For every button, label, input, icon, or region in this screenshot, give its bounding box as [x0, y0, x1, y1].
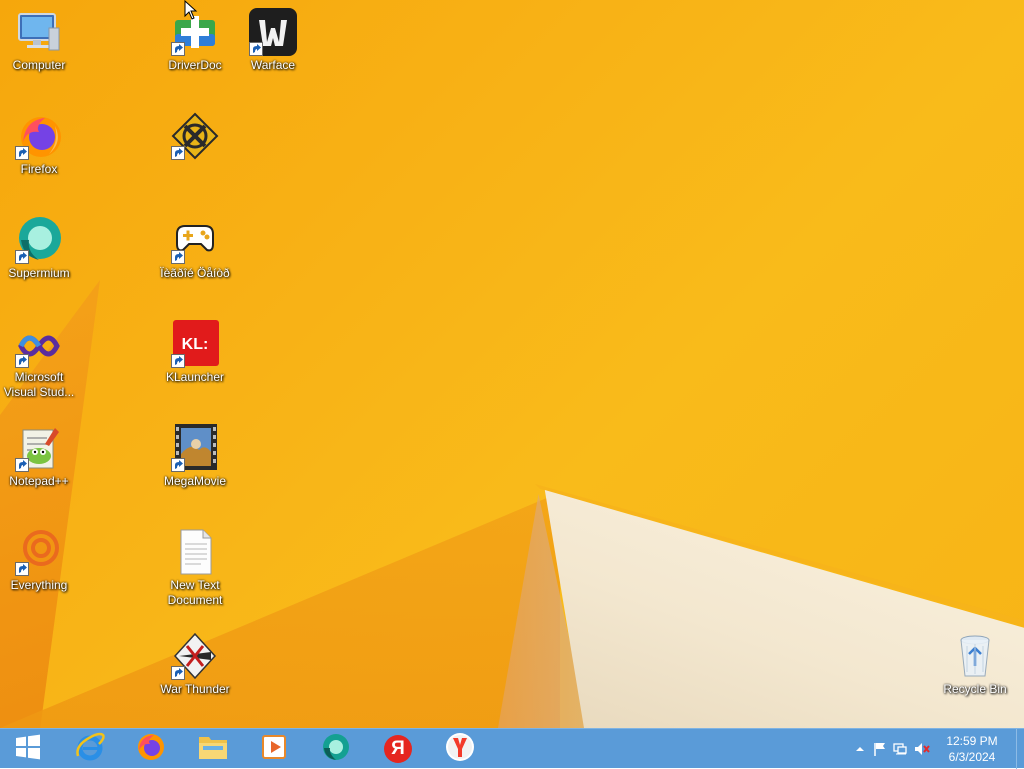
desktop-icon-warface[interactable]: Warface — [235, 8, 311, 73]
desktop-icon-klauncher[interactable]: KL: KLauncher — [157, 320, 233, 385]
taskbar-media-player-button[interactable] — [248, 731, 300, 767]
taskbar-yandex-browser-button[interactable]: Я — [372, 731, 424, 767]
icon-label: Supermium — [8, 266, 70, 280]
icon-label: DriverDoc — [168, 58, 222, 72]
icon-label: Computer — [12, 58, 66, 72]
internet-explorer-icon — [75, 732, 105, 767]
visual-studio-icon — [15, 320, 63, 368]
supermium-icon — [15, 216, 63, 264]
shortcut-arrow-icon — [171, 666, 185, 680]
shortcut-arrow-icon — [15, 354, 29, 368]
shortcut-arrow-icon — [171, 250, 185, 264]
shortcut-arrow-icon — [171, 146, 185, 160]
icon-label: New Text Document — [167, 578, 223, 607]
firefox-icon — [136, 732, 166, 767]
windows-logo-icon — [15, 734, 41, 765]
shortcut-arrow-icon — [15, 458, 29, 472]
taskbar-file-explorer-button[interactable] — [187, 731, 239, 767]
supermium-icon — [321, 732, 351, 767]
taskbar-internet-explorer-button[interactable] — [64, 731, 116, 767]
desktop-icon-visual-studio[interactable]: Microsoft Visual Stud... — [1, 320, 77, 400]
desktop[interactable]: Computer Firefox Supermium Microsoft Vis… — [0, 0, 1024, 728]
gamepad-icon — [171, 216, 219, 264]
desktop-icon-computer[interactable]: Computer — [1, 8, 77, 73]
text-file-icon — [171, 528, 219, 576]
icon-label: Microsoft Visual Stud... — [3, 370, 75, 399]
shortcut-arrow-icon — [15, 250, 29, 264]
desktop-icon-notepadpp[interactable]: Notepad++ — [1, 424, 77, 489]
icon-label: Notepad++ — [9, 474, 69, 488]
folder-icon — [197, 732, 229, 767]
crossout-icon — [171, 112, 219, 160]
show-desktop-button[interactable] — [1016, 729, 1024, 769]
wallpaper-shape — [0, 492, 560, 728]
svg-text:KL:: KL: — [182, 336, 209, 353]
klauncher-icon: KL: — [171, 320, 219, 368]
shortcut-arrow-icon — [249, 42, 263, 56]
icon-label: Firefox — [20, 162, 58, 176]
icon-label: MegaMovie — [163, 474, 227, 488]
warface-icon — [249, 8, 297, 56]
taskbar-yandex-button[interactable] — [434, 731, 486, 767]
yandex-letter: Я — [391, 738, 405, 759]
clock-time: 12:59 PM — [946, 734, 998, 748]
taskbar-firefox-button[interactable] — [125, 731, 177, 767]
flag-icon[interactable] — [872, 741, 888, 757]
yandex-y-icon — [444, 731, 476, 768]
desktop-icon-new-text-document[interactable]: New Text Document — [157, 528, 233, 608]
speaker-muted-icon[interactable] — [914, 741, 930, 757]
shortcut-arrow-icon — [15, 146, 29, 160]
firefox-icon — [15, 112, 63, 160]
desktop-icon-crossout[interactable] — [157, 112, 233, 162]
network-icon[interactable] — [892, 741, 908, 757]
desktop-icon-game-center[interactable]: Ïèãðîé Öåíòð — [157, 216, 233, 281]
yandex-icon: Я — [383, 734, 413, 764]
film-icon — [171, 424, 219, 472]
everything-icon — [15, 528, 63, 576]
shortcut-arrow-icon — [171, 42, 185, 56]
computer-icon — [15, 8, 63, 56]
taskbar-clock[interactable]: 12:59 PM 6/3/2024 — [942, 733, 1002, 765]
desktop-icon-firefox[interactable]: Firefox — [1, 112, 77, 177]
notepadpp-icon — [15, 424, 63, 472]
desktop-icon-everything[interactable]: Everything — [1, 528, 77, 593]
clock-date: 6/3/2024 — [948, 750, 996, 764]
media-player-icon — [260, 733, 288, 766]
icon-label: Ïèãðîé Öåíòð — [160, 266, 230, 280]
recycle-bin-icon — [951, 632, 999, 680]
desktop-icon-war-thunder[interactable]: War Thunder — [157, 632, 233, 697]
chevron-up-icon[interactable] — [852, 741, 868, 757]
shortcut-arrow-icon — [171, 354, 185, 368]
mouse-cursor-icon — [184, 0, 198, 25]
shortcut-arrow-icon — [171, 458, 185, 472]
system-tray: 12:59 PM 6/3/2024 — [834, 729, 1024, 769]
desktop-icon-supermium[interactable]: Supermium — [1, 216, 77, 281]
start-button[interactable] — [2, 731, 54, 767]
war-thunder-icon — [171, 632, 219, 680]
taskbar-supermium-button[interactable] — [310, 731, 362, 767]
icon-label: War Thunder — [160, 682, 230, 696]
icon-label: Warface — [250, 58, 296, 72]
shortcut-arrow-icon — [15, 562, 29, 576]
taskbar: Я 12:59 PM 6/3/2024 — [0, 728, 1024, 769]
icon-label: Recycle Bin — [943, 682, 1007, 696]
desktop-icon-recycle-bin[interactable]: Recycle Bin — [937, 632, 1013, 697]
icon-label: Everything — [10, 578, 68, 592]
icon-label: KLauncher — [165, 370, 225, 384]
desktop-icon-megamovie[interactable]: MegaMovie — [157, 424, 233, 489]
